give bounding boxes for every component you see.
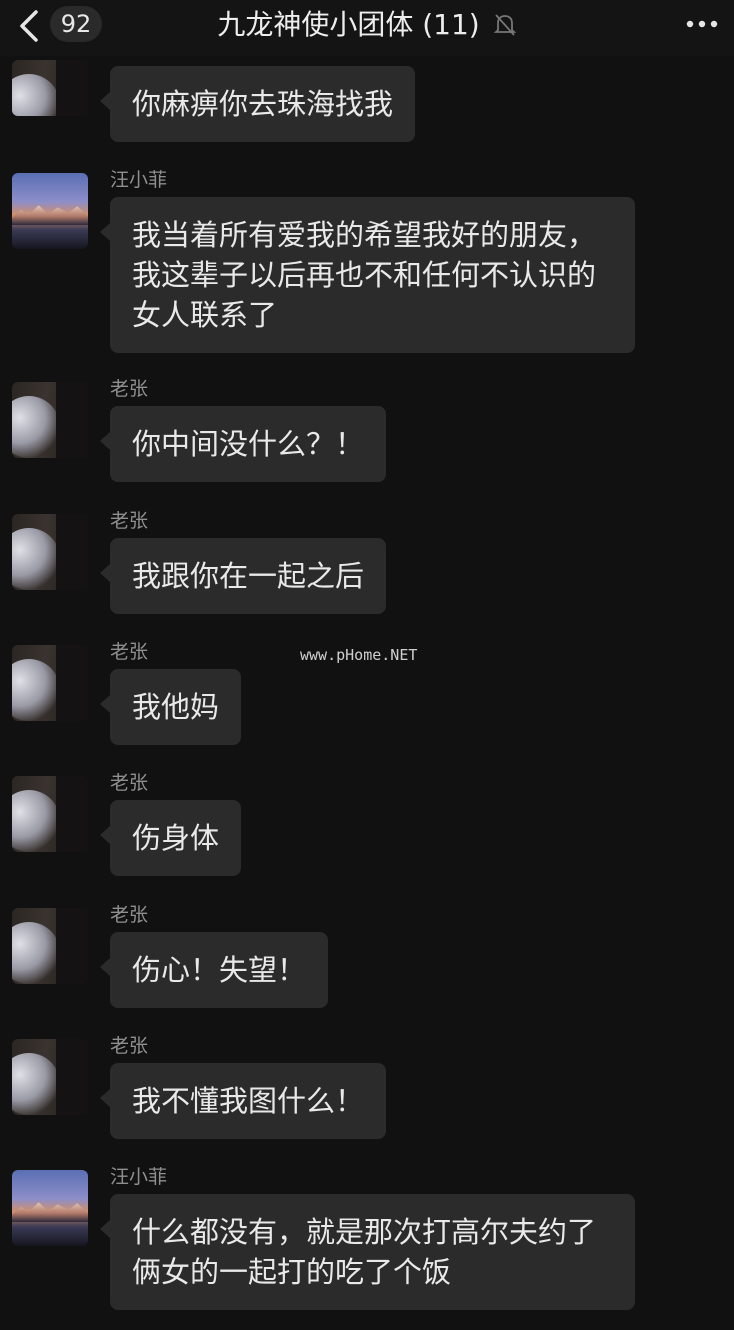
- message-bubble[interactable]: 我跟你在一起之后: [99, 538, 387, 614]
- avatar[interactable]: [12, 1170, 88, 1246]
- more-options-icon[interactable]: [684, 12, 720, 36]
- sender-name: 老张: [110, 772, 149, 794]
- avatar[interactable]: [12, 514, 88, 590]
- watermark: www.pHome.NET: [300, 646, 418, 664]
- avatar[interactable]: [12, 776, 88, 852]
- sender-name: 汪小菲: [110, 1166, 168, 1188]
- avatar[interactable]: [12, 60, 88, 116]
- message-bubble[interactable]: 我他妈: [99, 669, 242, 745]
- chat-title-area: 九龙神使小团体 (11): [0, 4, 734, 44]
- avatar[interactable]: [12, 645, 88, 721]
- avatar[interactable]: [12, 908, 88, 984]
- avatar[interactable]: [12, 173, 88, 249]
- mute-bell-icon: [493, 14, 516, 36]
- message-bubble[interactable]: 你麻痹你去珠海找我: [99, 66, 416, 142]
- message-bubble[interactable]: 我当着所有爱我的希望我好的朋友，我这辈子以后再也不和任何不认识的女人联系了: [100, 197, 635, 353]
- avatar[interactable]: [12, 382, 88, 458]
- sender-name: 老张: [110, 641, 149, 663]
- chat-title: 九龙神使小团体 (11): [217, 8, 480, 41]
- message-bubble[interactable]: 什么都没有，就是那次打高尔夫约了俩女的一起打的吃了个饭: [100, 1194, 635, 1310]
- sender-name: 老张: [110, 510, 149, 532]
- chat-header: 92 九龙神使小团体 (11): [0, 0, 734, 56]
- message-bubble[interactable]: 你中间没什么？！: [99, 406, 387, 482]
- sender-name: 老张: [110, 378, 149, 400]
- message-bubble[interactable]: 我不懂我图什么！: [99, 1063, 387, 1139]
- sender-name: 汪小菲: [110, 169, 168, 191]
- message-bubble[interactable]: 伤心！失望！: [99, 932, 329, 1008]
- sender-name: 老张: [110, 1035, 149, 1057]
- avatar[interactable]: [12, 1039, 88, 1115]
- message-bubble[interactable]: 伤身体: [99, 800, 242, 876]
- sender-name: 老张: [110, 904, 149, 926]
